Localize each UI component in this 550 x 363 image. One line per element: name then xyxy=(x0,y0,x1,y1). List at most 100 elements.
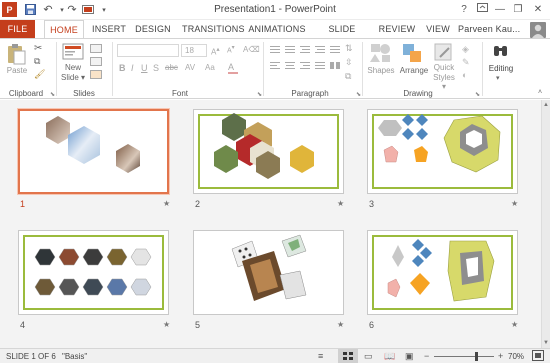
font-family-select[interactable] xyxy=(117,44,179,57)
slide-count[interactable]: SLIDE 1 OF 6 xyxy=(6,352,56,361)
tab-slide-show[interactable]: SLIDE SHOW xyxy=(316,20,368,52)
slide-2-graphics xyxy=(214,113,314,179)
user-name[interactable]: Parveen Kau... xyxy=(458,20,528,39)
zoom-out-button[interactable]: − xyxy=(424,351,429,361)
scroll-up-icon[interactable]: ▲ xyxy=(543,102,549,108)
smartart-icon[interactable]: ⧉ xyxy=(345,71,351,82)
avatar[interactable] xyxy=(530,22,546,38)
bold-icon[interactable]: B xyxy=(119,63,126,73)
font-size-select[interactable]: 18 xyxy=(181,44,207,57)
slide-thumbnail-4[interactable] xyxy=(18,230,169,315)
scroll-down-icon[interactable]: ▼ xyxy=(543,340,549,346)
zoom-in-button[interactable]: + xyxy=(498,351,503,361)
slide-thumbnail-2[interactable] xyxy=(193,109,344,194)
paste-icon[interactable] xyxy=(7,43,27,65)
restore-button[interactable]: ❐ xyxy=(510,2,526,17)
find-icon[interactable] xyxy=(492,43,510,63)
char-spacing-icon[interactable]: AV xyxy=(185,63,195,72)
ribbon: Paste ✂ ⧉ 🖌 Clipboard ⬊ New Slide ▾ Slid… xyxy=(0,38,550,99)
quick-styles-button[interactable]: Quick xyxy=(430,63,458,72)
grow-font-icon[interactable]: A▴ xyxy=(211,45,220,57)
slide-1-graphics xyxy=(46,116,140,173)
tab-insert[interactable]: INSERT xyxy=(92,20,126,39)
paste-button[interactable]: Paste xyxy=(3,66,31,75)
editing-button[interactable]: Editing xyxy=(484,64,518,73)
shadow-icon[interactable]: S xyxy=(153,63,159,73)
slide-thumbnail-3[interactable] xyxy=(367,109,518,194)
vertical-scrollbar[interactable]: ▲ ▼ xyxy=(541,100,550,348)
zoom-slider[interactable] xyxy=(434,352,494,361)
notes-icon[interactable]: ≡ xyxy=(318,351,323,361)
normal-view-icon[interactable]: ▭ xyxy=(364,351,373,362)
new-slide-icon[interactable] xyxy=(62,43,84,61)
font-color-icon[interactable]: A xyxy=(228,62,234,72)
slide-thumbnail-1[interactable] xyxy=(18,109,169,194)
tab-file[interactable]: FILE xyxy=(0,20,35,39)
animation-star-icon[interactable]: ★ xyxy=(511,320,518,329)
cut-icon[interactable]: ✂ xyxy=(34,43,42,54)
strikethrough-icon[interactable]: abc xyxy=(165,63,178,72)
italic-icon[interactable]: I xyxy=(131,63,134,73)
tab-transitions[interactable]: TRANSITIONS xyxy=(182,20,245,39)
paragraph-dialog-launcher-icon[interactable]: ⬊ xyxy=(356,91,361,98)
slide-number-4: 4 xyxy=(20,320,26,330)
drawing-group-label: Drawing xyxy=(403,89,433,98)
clear-formatting-icon[interactable]: A⌫ xyxy=(243,45,260,54)
fit-slide-icon[interactable] xyxy=(532,350,544,361)
help-button[interactable]: ? xyxy=(456,2,472,17)
slide-sorter-view-icon[interactable] xyxy=(338,349,358,363)
tab-view[interactable]: VIEW xyxy=(424,20,452,39)
tab-home[interactable]: HOME xyxy=(44,20,84,40)
slide-5-graphics xyxy=(231,234,307,301)
tab-design[interactable]: DESIGN xyxy=(134,20,172,39)
animation-star-icon[interactable]: ★ xyxy=(163,199,170,208)
slide-6-graphics xyxy=(387,239,495,302)
section-icon[interactable] xyxy=(90,70,102,79)
drawing-dialog-launcher-icon[interactable]: ⬊ xyxy=(475,91,480,98)
animation-star-icon[interactable]: ★ xyxy=(163,320,170,329)
slides-group-label: Slides xyxy=(73,89,95,98)
align-text-icon[interactable]: ⇳ xyxy=(345,57,353,68)
theme-name: "Basis" xyxy=(62,352,88,361)
shrink-font-icon[interactable]: A▾ xyxy=(227,45,235,54)
slide-thumbnail-5[interactable] xyxy=(193,230,344,315)
shape-outline-icon[interactable]: ✎ xyxy=(462,57,470,68)
reset-icon[interactable] xyxy=(90,57,102,66)
close-button[interactable]: ✕ xyxy=(530,2,546,17)
collapse-ribbon-icon[interactable]: ˄ xyxy=(538,89,542,96)
new-slide-dropdown[interactable]: Slide ▾ xyxy=(60,73,86,82)
shapes-icon[interactable] xyxy=(370,43,392,63)
reading-view-icon[interactable]: 📖 xyxy=(384,351,395,362)
dialog-launcher-icon[interactable]: ⬊ xyxy=(50,91,55,98)
tab-animations[interactable]: ANIMATIONS xyxy=(248,20,306,39)
change-case-icon[interactable]: Aa xyxy=(205,63,215,72)
zoom-level[interactable]: 70% xyxy=(508,352,524,361)
copy-icon[interactable]: ⧉ xyxy=(34,56,40,67)
tab-review[interactable]: REVIEW xyxy=(378,20,416,39)
zoom-slider-thumb[interactable] xyxy=(475,352,478,361)
quick-styles-icon[interactable] xyxy=(434,43,454,63)
shapes-button[interactable]: Shapes xyxy=(366,66,396,75)
shape-effects-icon[interactable]: ◐ xyxy=(462,70,467,80)
text-direction-icon[interactable]: ⇅ xyxy=(345,43,353,54)
arrange-button[interactable]: Arrange xyxy=(398,66,430,75)
ribbon-display-button[interactable] xyxy=(474,2,490,17)
slide-thumbnail-6[interactable] xyxy=(367,230,518,315)
animation-star-icon[interactable]: ★ xyxy=(511,199,518,208)
animation-star-icon[interactable]: ★ xyxy=(337,320,344,329)
animation-star-icon[interactable]: ★ xyxy=(337,199,344,208)
clipboard-group-label: Clipboard xyxy=(8,89,44,98)
editing-dropdown-icon[interactable]: ▾ xyxy=(496,74,500,82)
paragraph-group-label: Paragraph xyxy=(291,89,329,98)
arrange-icon[interactable] xyxy=(402,43,422,63)
slide-number-6: 6 xyxy=(369,320,375,330)
font-dialog-launcher-icon[interactable]: ⬊ xyxy=(257,91,262,98)
slide-show-view-icon[interactable]: ▣ xyxy=(405,351,414,362)
minimize-button[interactable]: — xyxy=(492,2,508,17)
slide-3-graphics xyxy=(378,114,501,173)
underline-icon[interactable]: U xyxy=(141,63,148,73)
layout-icon[interactable] xyxy=(90,44,102,53)
new-slide-button[interactable]: New xyxy=(60,63,86,72)
shape-fill-icon[interactable]: ◈ xyxy=(462,44,469,55)
format-painter-icon[interactable]: 🖌 xyxy=(34,69,45,80)
